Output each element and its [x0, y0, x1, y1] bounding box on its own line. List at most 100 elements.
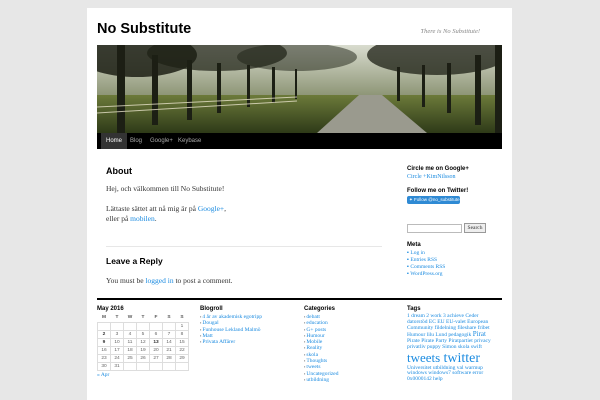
footer-divider — [97, 298, 502, 300]
calendar-day-cell[interactable]: 13 — [149, 337, 163, 347]
calendar-day-cell: 4 — [123, 329, 137, 339]
contact-text: , — [224, 204, 227, 213]
calendar-day-cell: 11 — [123, 337, 137, 347]
meta-heading: Meta — [407, 242, 421, 248]
tags-heading: Tags — [407, 306, 421, 312]
search-button[interactable]: Search — [464, 223, 486, 233]
blogroll-heading: Blogroll — [200, 306, 223, 312]
meta-login-link[interactable]: ▪ Log in — [407, 250, 445, 257]
calendar-day-cell: 25 — [123, 353, 137, 363]
nav-item-blog[interactable]: Blog — [125, 133, 147, 149]
calendar-day-header: T — [115, 315, 119, 321]
calendar-day-cell: 27 — [149, 353, 163, 363]
calendar-day-cell: 3 — [110, 329, 124, 339]
tag-line[interactable]: 0x0000142 help — [407, 376, 507, 383]
calendar-day-cell: 16 — [97, 345, 111, 355]
calendar-caption: May 2016 — [97, 306, 124, 312]
greeting-text: Hej, och välkommen till No Substitute! — [106, 184, 225, 193]
calendar-day-cell — [97, 321, 111, 331]
calendar-day-cell[interactable]: 2 — [97, 329, 111, 339]
header-banner-image — [97, 45, 502, 133]
calendar-day-cell: 17 — [110, 345, 124, 355]
calendar-day-cell: 21 — [162, 345, 176, 355]
calendar-day-cell: 1 — [175, 321, 189, 331]
calendar-day-header: W — [127, 315, 133, 321]
tag-line: tweets twitter — [407, 350, 507, 366]
page-wrapper: No Substitute There is No Substitute! Ho… — [87, 8, 512, 400]
reply-text-part: You must be — [106, 276, 146, 285]
meta-link-label: Entries RSS — [410, 257, 438, 263]
calendar-day-cell — [110, 321, 124, 331]
calendar-day-cell: 5 — [136, 329, 150, 339]
contact-text: eller på — [106, 214, 131, 223]
reply-text: You must be logged in to post a comment. — [106, 276, 233, 286]
gplus-circle-link[interactable]: Circle +KimNilsson — [407, 174, 456, 180]
tag-cloud: 1 dream 2 work 3 achieve Ceder datorstöd… — [407, 313, 507, 383]
footer-tags: Tags 1 dream 2 work 3 achieve Ceder dato… — [407, 306, 507, 383]
main-navigation: Home Blog Google+ Keybase — [97, 133, 502, 149]
calendar-day-cell — [149, 361, 163, 371]
login-link[interactable]: logged in — [145, 276, 173, 285]
calendar-day-cell: 26 — [136, 353, 150, 363]
meta-link-label: WordPress.org — [410, 271, 443, 277]
category-link[interactable]: utbildning — [304, 377, 339, 383]
nav-item-home[interactable]: Home — [101, 133, 128, 149]
meta-wordpress-link[interactable]: ▪ WordPress.org — [407, 271, 445, 278]
contact-text: . — [154, 214, 157, 223]
calendar-day-cell: 29 — [175, 353, 189, 363]
reply-text-part: to post a comment. — [173, 276, 233, 285]
tag-link-twitter[interactable]: twitter — [443, 351, 480, 366]
calendar-day-header: M — [102, 315, 106, 321]
calendar-day-cell: 15 — [175, 337, 189, 347]
calendar-day-cell[interactable]: 9 — [97, 337, 111, 347]
calendar-day-cell: 31 — [110, 361, 124, 371]
calendar-day-header: S — [180, 315, 184, 321]
meta-list: ▪ Log in ▪ Entries RSS ▪ Comments RSS ▪ … — [407, 250, 445, 278]
calendar-day-header: S — [167, 315, 171, 321]
twitter-follow-button[interactable]: ✦ Follow @no_substitute — [407, 196, 460, 204]
calendar-day-cell: 28 — [162, 353, 176, 363]
calendar-day-cell: 23 — [97, 353, 111, 363]
meta-entries-rss-link[interactable]: ▪ Entries RSS — [407, 257, 445, 264]
calendar-day-cell: 22 — [175, 345, 189, 355]
calendar-day-cell: 6 — [149, 329, 163, 339]
calendar-day-cell: 18 — [123, 345, 137, 355]
page-title: About — [106, 166, 132, 176]
gplus-heading: Circle me on Google+ — [407, 166, 469, 172]
calendar-day-header: F — [154, 315, 158, 321]
blogroll-list: 4 år av akademisk egotrippDougalFunhouse… — [200, 314, 262, 345]
reply-heading: Leave a Reply — [106, 256, 163, 266]
calendar-day-cell: 7 — [162, 329, 176, 339]
calendar-prev-month-link[interactable]: « Apr — [97, 372, 189, 378]
twitter-heading: Follow me on Twitter! — [407, 188, 469, 194]
blogroll-link[interactable]: Privata Affärer — [200, 339, 262, 345]
mobile-link[interactable]: mobilen — [130, 214, 155, 223]
calendar-day-cell — [123, 361, 137, 371]
calendar-day-cell: 10 — [110, 337, 124, 347]
calendar-day-cell — [162, 361, 176, 371]
calendar-day-cell: 8 — [175, 329, 189, 339]
footer-categories: Categories debatteducationG+ postsHumour… — [304, 306, 339, 383]
calendar-day-cell: 14 — [162, 337, 176, 347]
nav-item-keybase[interactable]: Keybase — [173, 133, 206, 149]
footer-blogroll: Blogroll 4 år av akademisk egotrippDouga… — [200, 306, 262, 345]
meta-link-label: Comments RSS — [410, 264, 446, 270]
calendar-day-cell — [136, 321, 150, 331]
categories-heading: Categories — [304, 306, 336, 312]
calendar-day-cell: 19 — [136, 345, 150, 355]
google-plus-link[interactable]: Google+ — [198, 204, 224, 213]
contact-line-2: eller på mobilen. — [106, 214, 157, 224]
meta-comments-rss-link[interactable]: ▪ Comments RSS — [407, 264, 445, 271]
blogroll-link[interactable]: Funhouse Lekland Malmö — [200, 327, 262, 333]
contact-text: Lättaste sättet att nå mig är på — [106, 204, 198, 213]
calendar-day-cell — [123, 321, 137, 331]
calendar-day-cell: 24 — [110, 353, 124, 363]
tag-link-tweets[interactable]: tweets — [407, 350, 440, 365]
calendar-day-cell — [175, 361, 189, 371]
calendar-day-cell — [149, 321, 163, 331]
search-input[interactable] — [407, 224, 462, 233]
site-tagline: There is No Substitute! — [420, 28, 480, 35]
contact-line-1: Lättaste sättet att nå mig är på Google+… — [106, 204, 226, 214]
calendar-day-cell: 30 — [97, 361, 111, 371]
site-title[interactable]: No Substitute — [97, 21, 191, 37]
